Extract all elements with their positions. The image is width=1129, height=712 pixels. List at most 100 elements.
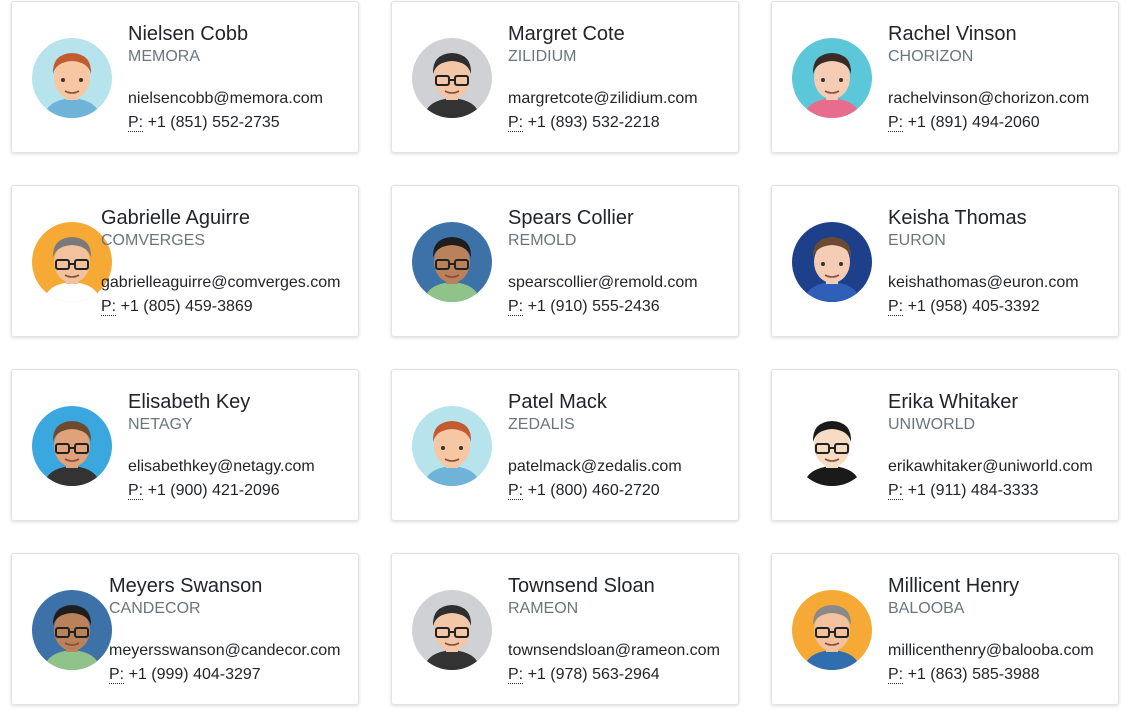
phone-number: +1 (958) 405-3392 — [907, 298, 1040, 315]
contact-email[interactable]: elisabethkey@netagy.com — [128, 455, 315, 479]
contact-name: Spears Collier — [508, 207, 634, 229]
contact-company: CANDECOR — [109, 600, 201, 617]
avatar-woman-stars — [792, 222, 872, 302]
contact-phone[interactable]: P: +1 (863) 585-3988 — [888, 663, 1094, 687]
contact-phone[interactable]: P: +1 (910) 555-2436 — [508, 295, 698, 319]
contact-email[interactable]: townsendsloan@rameon.com — [508, 639, 720, 663]
contact-email[interactable]: nielsencobb@memora.com — [128, 87, 323, 111]
contact-info: Spears Collier REMOLD spearscollier@remold… — [508, 206, 698, 319]
phone-number: +1 (911) 484-3333 — [907, 482, 1039, 499]
contact-card[interactable]: Townsend Sloan RAMEON townsendsloan@rameon… — [391, 553, 739, 705]
avatar-dark-glasses-man — [412, 222, 492, 302]
contact-phone[interactable]: P: +1 (893) 532-2218 — [508, 111, 698, 135]
contact-email[interactable]: erikawhitaker@uniworld.com — [888, 455, 1093, 479]
contact-card[interactable]: Patel Mack ZEDALIS patelmack@zedalis.com P:… — [391, 369, 739, 521]
contact-phone[interactable]: P: +1 (800) 460-2720 — [508, 479, 682, 503]
contact-email[interactable]: spearscollier@remold.com — [508, 271, 698, 295]
phone-number: +1 (805) 459-3869 — [120, 298, 253, 315]
contact-company: COMVERGES — [101, 232, 206, 249]
contact-phone[interactable]: P: +1 (978) 563-2964 — [508, 663, 720, 687]
contact-card[interactable]: Meyers Swanson CANDECOR meyersswanson@cand… — [11, 553, 359, 705]
contact-card[interactable]: Gabrielle Aguirre COMVERGES gabrielleaguir… — [11, 185, 359, 337]
phone-label: P: — [128, 114, 144, 132]
avatar-woman-brown-hair — [792, 38, 872, 118]
contact-info: Townsend Sloan RAMEON townsendsloan@rameon… — [508, 574, 720, 687]
phone-label: P: — [508, 114, 524, 132]
contact-info: Meyers Swanson CANDECOR meyersswanson@cand… — [109, 574, 340, 687]
contact-info: Millicent Henry BALOOBA millicenthenry@bal… — [888, 574, 1094, 687]
phone-label: P: — [888, 114, 904, 132]
phone-number: +1 (891) 494-2060 — [907, 114, 1040, 131]
contact-email[interactable]: rachelvinson@chorizon.com — [888, 87, 1089, 111]
contact-info: Keisha Thomas EURON keishathomas@euron.com… — [888, 206, 1079, 319]
contact-phone[interactable]: P: +1 (851) 552-2735 — [128, 111, 323, 135]
avatar-redhair-man — [32, 38, 112, 118]
contact-company: BALOOBA — [888, 600, 965, 617]
contact-email[interactable]: keishathomas@euron.com — [888, 271, 1079, 295]
contact-phone[interactable]: P: +1 (911) 484-3333 — [888, 479, 1093, 503]
phone-number: +1 (893) 532-2218 — [527, 114, 660, 131]
contact-name: Erika Whitaker — [888, 391, 1019, 413]
contact-card[interactable]: Keisha Thomas EURON keishathomas@euron.com… — [771, 185, 1119, 337]
contact-phone[interactable]: P: +1 (891) 494-2060 — [888, 111, 1089, 135]
contact-info: Gabrielle Aguirre COMVERGES gabrielleaguir… — [101, 206, 340, 319]
contact-card[interactable]: Nielsen Cobb MEMORA nielsencobb@memora.com… — [11, 1, 359, 153]
contact-info: Patel Mack ZEDALIS patelmack@zedalis.com P:… — [508, 390, 682, 503]
phone-label: P: — [128, 482, 144, 500]
phone-number: +1 (800) 460-2720 — [527, 482, 660, 499]
contact-info: Rachel Vinson CHORIZON rachelvinson@choriz… — [888, 22, 1089, 135]
contact-phone[interactable]: P: +1 (999) 404-3297 — [109, 663, 340, 687]
contact-company: MEMORA — [128, 48, 200, 65]
contact-name: Keisha Thomas — [888, 207, 1027, 229]
phone-label: P: — [888, 298, 904, 316]
phone-label: P: — [888, 666, 904, 684]
contact-company: ZEDALIS — [508, 416, 575, 433]
contact-phone[interactable]: P: +1 (900) 421-2096 — [128, 479, 315, 503]
contact-company: CHORIZON — [888, 48, 974, 65]
phone-label: P: — [508, 482, 524, 500]
avatar-bald-glasses-man — [32, 222, 112, 302]
contact-phone[interactable]: P: +1 (958) 405-3392 — [888, 295, 1079, 319]
contact-email[interactable]: gabrielleaguirre@comverges.com — [101, 271, 340, 295]
contact-company: ZILIDIUM — [508, 48, 577, 65]
contact-info: Erika Whitaker UNIWORLD erikawhitaker@uniw… — [888, 390, 1093, 503]
contact-name: Nielsen Cobb — [128, 23, 249, 45]
contact-name: Margret Cote — [508, 23, 625, 45]
contact-company: RAMEON — [508, 600, 579, 617]
phone-number: +1 (851) 552-2735 — [147, 114, 280, 131]
contact-company: NETAGY — [128, 416, 193, 433]
contact-card[interactable]: Erika Whitaker UNIWORLD erikawhitaker@uniw… — [771, 369, 1119, 521]
contact-card[interactable]: Margret Cote ZILIDIUM margretcote@zilidium… — [391, 1, 739, 153]
contact-company: EURON — [888, 232, 946, 249]
phone-number: +1 (910) 555-2436 — [527, 298, 660, 315]
contact-email[interactable]: millicenthenry@balooba.com — [888, 639, 1094, 663]
phone-number: +1 (978) 563-2964 — [527, 666, 660, 683]
contact-email[interactable]: meyersswanson@candecor.com — [109, 639, 340, 663]
avatar-redhair-man — [412, 406, 492, 486]
contact-info: Elisabeth Key NETAGY elisabethkey@netagy.c… — [128, 390, 315, 503]
contact-email[interactable]: margretcote@zilidium.com — [508, 87, 698, 111]
contact-company: REMOLD — [508, 232, 577, 249]
contact-card[interactable]: Spears Collier REMOLD spearscollier@remold… — [391, 185, 739, 337]
phone-number: +1 (863) 585-3988 — [907, 666, 1040, 683]
phone-label: P: — [508, 298, 524, 316]
contact-info: Margret Cote ZILIDIUM margretcote@zilidium… — [508, 22, 698, 135]
contact-name: Rachel Vinson — [888, 23, 1017, 45]
contact-email[interactable]: patelmack@zedalis.com — [508, 455, 682, 479]
contact-card[interactable]: Rachel Vinson CHORIZON rachelvinson@choriz… — [771, 1, 1119, 153]
avatar-grey-hair-glasses-man — [792, 590, 872, 670]
contact-name: Townsend Sloan — [508, 575, 655, 597]
contact-card[interactable]: Elisabeth Key NETAGY elisabethkey@netagy.c… — [11, 369, 359, 521]
avatar-glasses-man — [412, 38, 492, 118]
avatar-glasses-man — [412, 590, 492, 670]
phone-number: +1 (999) 404-3297 — [128, 666, 261, 683]
contact-info: Nielsen Cobb MEMORA nielsencobb@memora.com… — [128, 22, 323, 135]
phone-label: P: — [508, 666, 524, 684]
contact-name: Meyers Swanson — [109, 575, 263, 597]
contact-name: Elisabeth Key — [128, 391, 251, 413]
contact-name: Patel Mack — [508, 391, 607, 413]
contact-phone[interactable]: P: +1 (805) 459-3869 — [101, 295, 340, 319]
contact-card[interactable]: Millicent Henry BALOOBA millicenthenry@bal… — [771, 553, 1119, 705]
phone-number: +1 (900) 421-2096 — [147, 482, 280, 499]
phone-label: P: — [888, 482, 904, 500]
